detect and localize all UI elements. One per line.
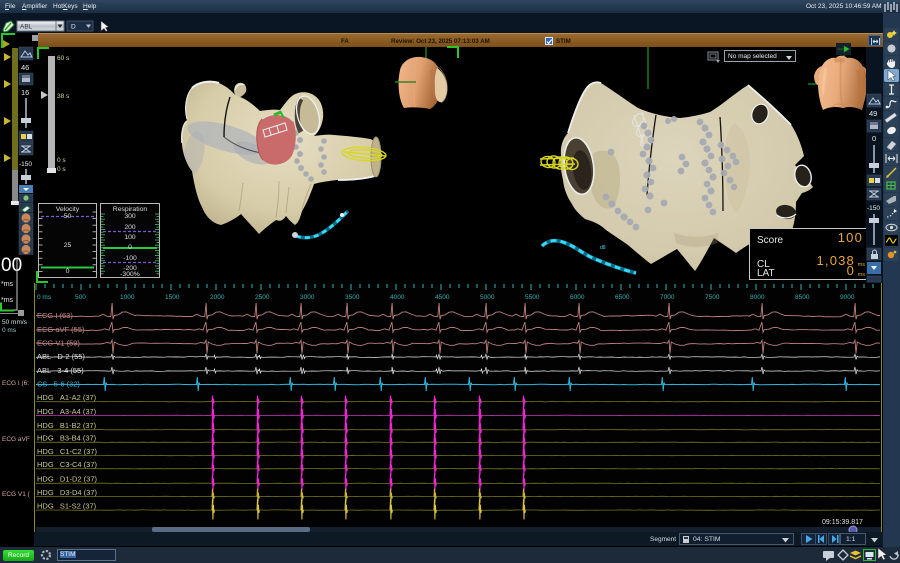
svg-text:16: 16 [21,88,29,97]
svg-text:HDG C3-C4 (37): HDG C3-C4 (37) [37,460,98,469]
svg-text:7000: 7000 [660,294,675,301]
svg-text:HDG B1-B2 (37): HDG B1-B2 (37) [37,421,97,430]
svg-text:1000: 1000 [120,294,135,301]
svg-text:HDG B3-B4 (37): HDG B3-B4 (37) [37,434,97,443]
svg-text:0 s: 0 s [57,157,66,164]
svg-text:38 s: 38 s [57,93,70,100]
svg-text:9000: 9000 [840,294,855,301]
svg-text:HDG A3-A4 (37): HDG A3-A4 (37) [37,407,97,416]
svg-text:HDG D3-D4 (37): HDG D3-D4 (37) [37,488,98,497]
svg-text:0 ms: 0 ms [2,327,17,334]
svg-text:0: 0 [872,134,876,143]
svg-text:HDG C1-C2 (37): HDG C1-C2 (37) [37,447,98,456]
svg-text:4000: 4000 [390,294,405,301]
svg-text:7500: 7500 [705,294,720,301]
svg-text:5500: 5500 [525,294,540,301]
svg-text:4500: 4500 [435,294,450,301]
svg-text:8000: 8000 [750,294,765,301]
svg-text:ECG aVF: ECG aVF [2,436,30,443]
svg-text:HDG D1-D2 (37): HDG D1-D2 (37) [37,475,98,484]
svg-text:2000: 2000 [210,294,225,301]
svg-text:HDG A1-A2 (37): HDG A1-A2 (37) [37,393,97,402]
svg-text:46: 46 [21,63,29,72]
svg-text:3000: 3000 [300,294,315,301]
svg-text:0 s: 0 s [57,166,66,173]
svg-text:ABL 3-4 (55): ABL 3-4 (55) [37,366,84,375]
svg-text:3500: 3500 [345,294,360,301]
svg-text:HDG S1-S2 (37): HDG S1-S2 (37) [37,502,97,511]
svg-text:49: 49 [869,109,877,118]
svg-text:2500: 2500 [255,294,270,301]
svg-text:1500: 1500 [165,294,180,301]
svg-text:ABL: ABL [20,24,33,31]
svg-text:09:15:39.817: 09:15:39.817 [822,519,863,526]
svg-text:ECG V1 (59): ECG V1 (59) [37,339,80,348]
svg-text:-150: -150 [867,205,880,212]
svg-text:D: D [71,24,76,31]
svg-text:8500: 8500 [795,294,810,301]
svg-text:5000: 5000 [480,294,495,301]
svg-text:ECG V1 (: ECG V1 ( [2,491,31,498]
svg-text:ECG I (6:: ECG I (6: [2,380,29,387]
svg-text:-150: -150 [19,161,32,168]
svg-text:6500: 6500 [615,294,630,301]
svg-text:60 s: 60 s [57,55,70,62]
svg-text:500: 500 [75,294,86,301]
svg-text:0 ms: 0 ms [37,294,52,301]
svg-text:50 mm/s: 50 mm/s [2,319,28,326]
svg-text:d8: d8 [600,245,606,251]
svg-text:6000: 6000 [570,294,585,301]
